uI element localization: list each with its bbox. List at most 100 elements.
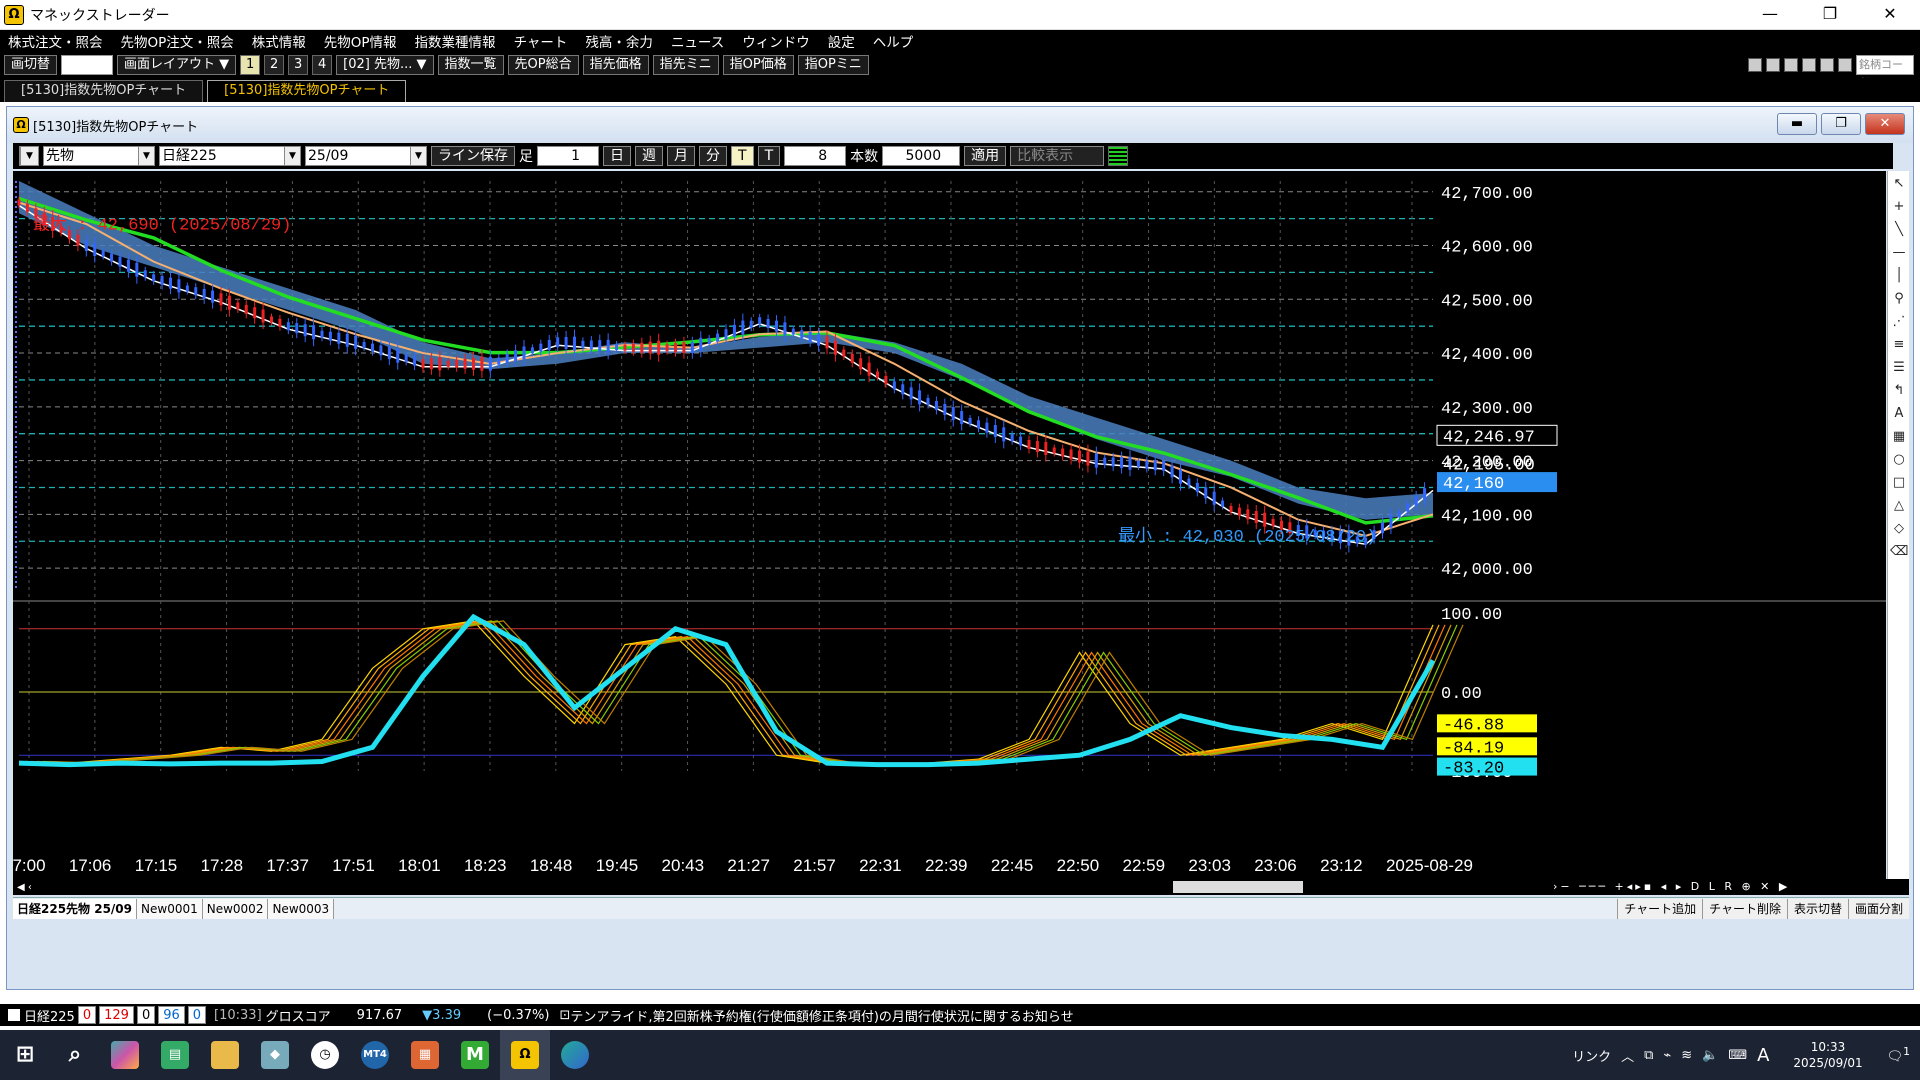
period-week-button[interactable]: 週 [635,146,663,166]
trendline-icon[interactable]: ╲ [1890,221,1908,239]
menu-item[interactable]: チャート [514,31,568,51]
tray-icon[interactable]: ⧉ [1644,1048,1653,1063]
grid-app-icon[interactable]: ▦ [400,1030,450,1080]
mt4-icon[interactable]: MT4 [350,1030,400,1080]
index-select[interactable]: 日経225 ▼ [159,146,301,166]
scroll-thumb[interactable] [1173,881,1303,893]
cursor-icon[interactable]: ↖ [1890,175,1908,193]
menu-item[interactable]: ヘルプ [873,31,914,51]
menu-item[interactable]: 指数業種情報 [415,31,496,51]
futures-op-summary-button[interactable]: 先OP総合 [507,55,579,75]
layout-dropdown[interactable]: 画面レイアウト ▼ [117,55,237,75]
toggle-display-button[interactable]: 表示切替 [1786,898,1848,919]
toolbar-icon[interactable] [1838,58,1852,72]
delete-chart-button[interactable]: チャート削除 [1702,898,1787,919]
code-input[interactable]: 銘柄コード [1856,55,1914,89]
index-op-price-button[interactable]: 指OP価格 [722,55,794,75]
period-tick-button[interactable]: T [731,146,754,166]
copilot-icon[interactable] [100,1030,150,1080]
search-icon[interactable]: ⌕ [50,1030,100,1080]
link-label[interactable]: リンク [1572,1046,1611,1065]
count-input[interactable]: 5000 [882,146,961,166]
menu-item[interactable]: 設定 [828,31,855,51]
add-chart-button[interactable]: チャート追加 [1617,898,1703,919]
split-screen-button[interactable]: 画面分割 [1847,898,1909,919]
price-chart[interactable]: 42,700.00 42,600.00 42,500.00 42,400.00 42,3… [3,171,1886,879]
grid-icon[interactable]: ▦ [1890,428,1908,446]
screen-switch-input[interactable] [61,55,114,75]
volume-icon[interactable]: 🔈 [1702,1048,1718,1063]
series-tab[interactable]: 日経225先物 25/09 [13,898,138,919]
apply-button[interactable]: 適用 [964,146,1007,166]
tab-chart-2[interactable]: [5130]指数先物OPチャート [207,80,407,102]
notification-icon[interactable]: 🗨1 [1887,1045,1910,1064]
menu-item[interactable]: 残高・余力 [585,31,653,51]
ellipse-icon[interactable]: ○ [1890,451,1908,469]
wifi-icon[interactable]: ≋ [1681,1048,1692,1063]
ashi-input[interactable]: 1 [537,146,599,166]
preset-dropdown[interactable]: [02] 先物... ▼ [336,55,434,75]
monex-app-icon[interactable]: Ω [500,1030,550,1080]
folder-icon[interactable] [200,1030,250,1080]
menu-item[interactable]: ニュース [671,31,724,51]
minimize-button[interactable]: — [1740,0,1800,30]
crosshair-icon[interactable]: + [1890,198,1908,216]
menu-item[interactable]: 先物OP情報 [324,31,397,51]
page-3-button[interactable]: 3 [288,55,309,75]
index-futures-price-button[interactable]: 指先価格 [582,55,649,75]
edge-icon[interactable] [550,1030,600,1080]
arrow-icon[interactable]: ↰ [1890,382,1908,400]
line-save-button[interactable]: ライン保存 [431,146,515,166]
toolbar-icon[interactable] [1748,58,1762,72]
status-checkbox[interactable] [8,1009,20,1021]
month-select[interactable]: 25/09 ▼ [305,146,427,166]
menu-dropdown[interactable]: ▼ [19,146,39,166]
compare-button[interactable]: 比較表示 [1010,146,1105,166]
series-tab[interactable]: New0001 [137,898,203,919]
maximize-button[interactable]: ❐ [1800,0,1860,30]
clock[interactable]: 10:33 2025/09/01 [1793,1039,1862,1071]
toolbar-icon[interactable] [1802,58,1816,72]
indicator-icon[interactable] [1108,146,1129,166]
close-button[interactable]: ✕ [1860,0,1920,30]
menu-item[interactable]: 株式注文・照会 [8,31,103,51]
type-select[interactable]: 先物 ▼ [43,146,155,166]
taskview-icon[interactable]: ▤ [150,1030,200,1080]
fan-icon[interactable]: ⋰ [1890,313,1908,331]
eraser-icon[interactable]: ◇ [1890,520,1908,538]
hline-icon[interactable]: — [1890,244,1908,262]
clock-app-icon[interactable]: ◷ [300,1030,350,1080]
index-list-button[interactable]: 指数一覧 [437,55,504,75]
page-4-button[interactable]: 4 [312,55,333,75]
menu-item[interactable]: 先物OP注文・照会 [121,31,234,51]
page-1-button[interactable]: 1 [240,55,261,75]
channel-icon[interactable]: ≡ [1890,336,1908,354]
triangle-icon[interactable]: △ [1890,497,1908,515]
screen-switch-button[interactable]: 画切替 [4,55,58,75]
series-tab[interactable]: New0002 [202,898,269,919]
news-ticker[interactable]: テンアライド,第2回新株予約権(行使価額修正条項付)の月間行使状況に関するお知ら… [570,1006,1073,1025]
index-futures-mini-button[interactable]: 指先ミニ [652,55,719,75]
page-2-button[interactable]: 2 [264,55,285,75]
rectangle-icon[interactable]: □ [1890,474,1908,492]
zoom-controls[interactable]: ›− ─── +◂▸▪ ◂ ▸ D L R ⊕ ✕ ▶ [1553,880,1790,893]
network-icon[interactable]: ⌁ [1663,1048,1671,1063]
keyboard-icon[interactable]: ⌨ [1728,1048,1747,1063]
chart-close-button[interactable]: ✕ [1865,113,1905,135]
app-icon[interactable]: ◆ [250,1030,300,1080]
clear-icon[interactable]: ⌫ [1890,543,1908,561]
chart-area[interactable]: 42,700.00 42,600.00 42,500.00 42,400.00 42,3… [3,171,1886,879]
toolbar-icon[interactable] [1766,58,1780,72]
m-app-icon[interactable]: M [450,1030,500,1080]
period-month-button[interactable]: 月 [667,146,695,166]
period-day-button[interactable]: 日 [603,146,631,166]
index-op-mini-button[interactable]: 指OPミニ [797,55,869,75]
start-button[interactable]: ⊞ [0,1030,50,1080]
chevron-up-icon[interactable]: ︿ [1621,1046,1634,1065]
chart-restore-button[interactable]: ❐ [1821,113,1861,135]
pin-icon[interactable]: ⚲ [1890,290,1908,308]
menu-item[interactable]: 株式情報 [252,31,306,51]
vline-icon[interactable]: │ [1890,267,1908,285]
toolbar-icon[interactable] [1820,58,1834,72]
tab-chart-1[interactable]: [5130]指数先物OPチャート [4,80,204,102]
